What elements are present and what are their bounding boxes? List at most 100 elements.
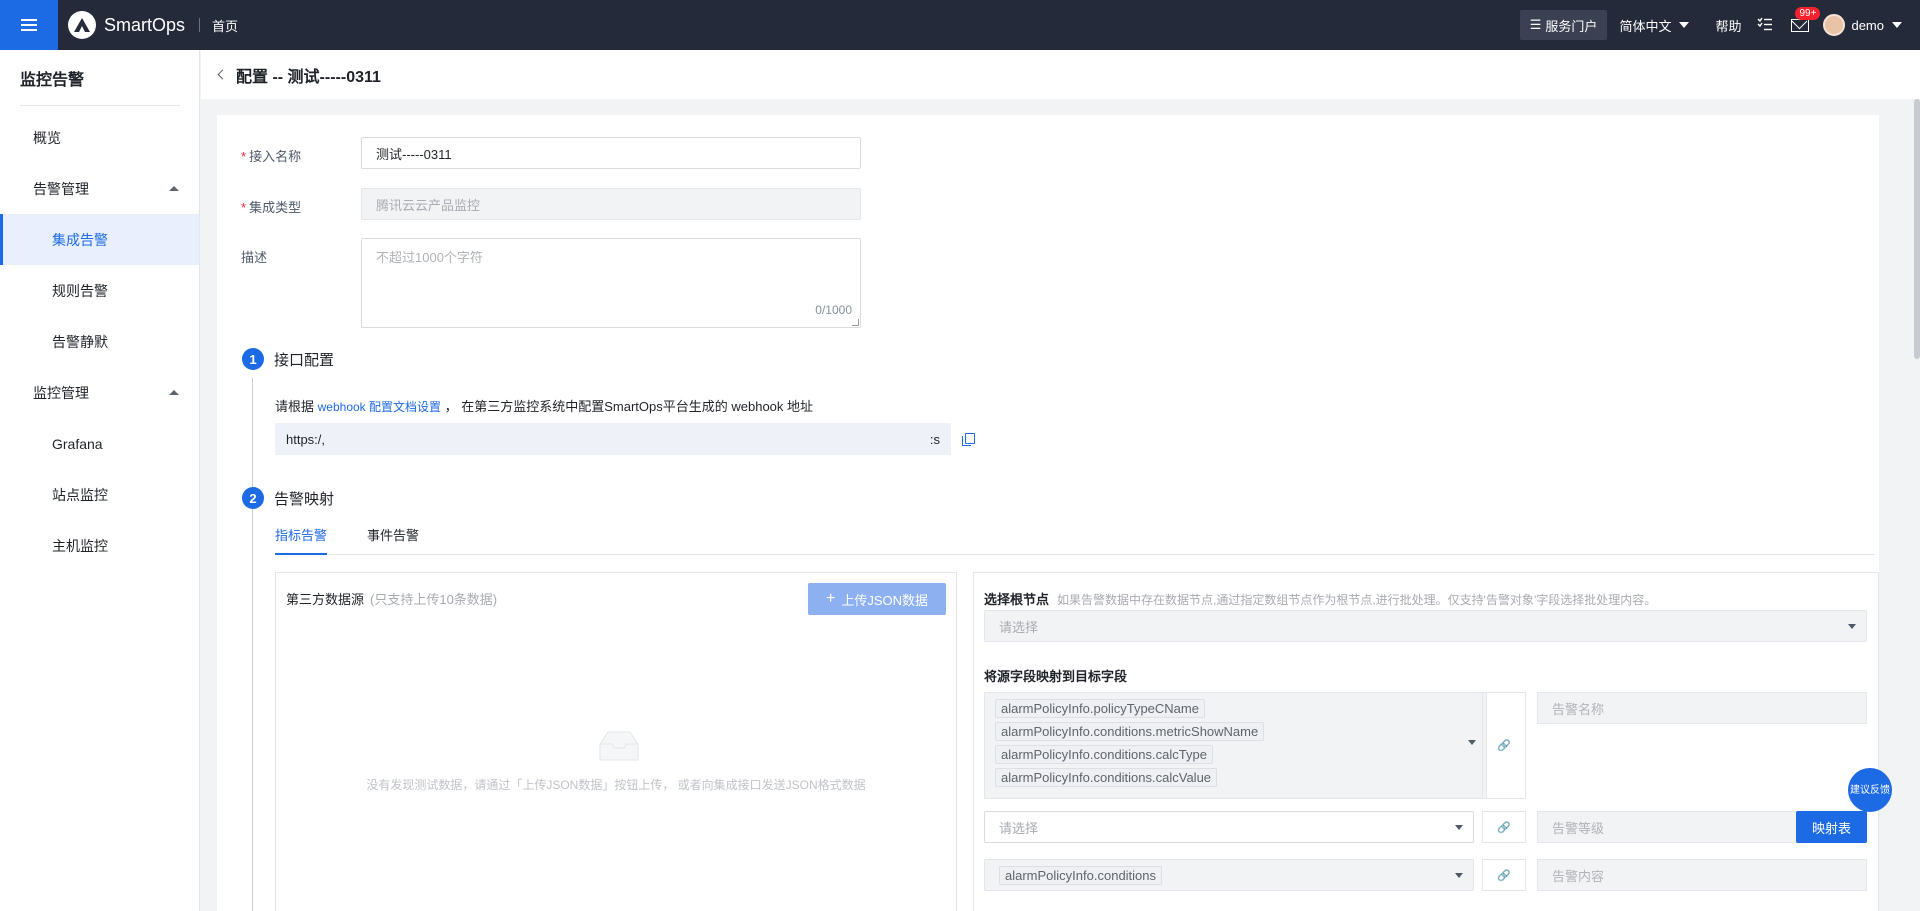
brand-name: SmartOps: [104, 14, 186, 35]
config-card: * 接入名称 测试-----0311 * 集成类型 腾讯云云产品监控 描述 不超过1…: [217, 115, 1879, 911]
sidebar-item-rule-alarm[interactable]: 规则告警: [0, 265, 199, 316]
step-1: 1 接口配置: [242, 348, 334, 370]
name-label: * 接入名称: [241, 149, 302, 164]
page-title: 配置 -- 测试-----0311: [236, 68, 381, 86]
link-icon: 🔗: [1482, 859, 1526, 891]
mail-icon: [1791, 18, 1810, 32]
caret-up-icon: [169, 390, 179, 395]
language-label: 简体中文: [1619, 18, 1672, 34]
logo[interactable]: SmartOps: [68, 11, 185, 39]
type-label: * 集成类型: [241, 200, 302, 215]
service-portal-label: 服务门户: [1545, 18, 1598, 34]
sidebar-item-label: 概览: [33, 129, 61, 146]
sidebar-item-label: Grafana: [52, 435, 103, 452]
field-tag: alarmPolicyInfo.conditions.calcValue: [995, 768, 1218, 787]
sidebar-item-alarm-silence[interactable]: 告警静默: [0, 316, 199, 367]
type-row: * 集成类型 腾讯云云产品监控: [241, 188, 861, 220]
field-tag: alarmPolicyInfo.policyTypeCName: [995, 699, 1205, 718]
root-node-label: 选择根节点 如果告警数据中存在数据节点,通过指定数组节点作为根节点,进行批处理。仅…: [984, 592, 1657, 607]
step-2: 2 告警映射: [242, 487, 334, 509]
caret-down-icon: [1892, 22, 1902, 28]
caret-down-icon: [1679, 22, 1690, 28]
menu-icon[interactable]: [0, 0, 58, 50]
step-connector: [252, 378, 253, 911]
back-icon[interactable]: [217, 69, 228, 80]
sidebar-item-monitor-management[interactable]: 监控管理: [0, 367, 199, 418]
webhook-url: https:/, :s: [275, 423, 951, 455]
field-tag: alarmPolicyInfo.conditions.metricShowNam…: [995, 722, 1265, 741]
tab-metric-alarm[interactable]: 指标告警: [275, 525, 328, 555]
step-title: 接口配置: [274, 351, 335, 369]
name-row: * 接入名称 测试-----0311: [241, 137, 861, 169]
field-tag: alarmPolicyInfo.conditions.calcType: [995, 745, 1213, 764]
field-mapping-panel: 选择根节点 如果告警数据中存在数据节点,通过指定数组节点作为根节点,进行批处理。仅…: [973, 572, 1879, 911]
scrollbar[interactable]: [1914, 99, 1920, 359]
step-title: 告警映射: [274, 490, 335, 508]
target-alarm-name: 告警名称: [1537, 692, 1867, 724]
user-menu[interactable]: demo: [1851, 18, 1902, 33]
link-icon: 🔗: [1482, 811, 1526, 843]
mapping-table-button[interactable]: 映射表: [1796, 811, 1867, 843]
caret-down-icon: [1455, 825, 1463, 830]
name-input[interactable]: 测试-----0311: [361, 137, 861, 169]
type-input: 腾讯云云产品监控: [361, 188, 861, 220]
tab-event-alarm[interactable]: 事件告警: [367, 525, 419, 555]
upload-label: 上传JSON数据: [841, 592, 928, 608]
link-icon: 🔗: [1482, 692, 1526, 799]
url-start: https:/,: [286, 431, 326, 447]
sidebar-item-label: 主机监控: [52, 537, 108, 554]
smartops-logo-icon: [68, 11, 96, 39]
copy-icon[interactable]: [962, 433, 975, 446]
sidebar-item-grafana[interactable]: Grafana: [0, 418, 199, 469]
caret-down-icon: [1468, 740, 1476, 745]
service-portal-button[interactable]: ☰ 服务门户: [1519, 10, 1608, 40]
sidebar-item-label: 告警管理: [33, 180, 89, 197]
sidebar-item-overview[interactable]: 概览: [0, 112, 199, 163]
step-number: 2: [242, 487, 264, 509]
sidebar: 监控告警 概览 告警管理 集成告警 规则告警 告警静默 监控管理 Grafana…: [0, 50, 200, 911]
avatar[interactable]: [1823, 14, 1846, 36]
mail-button[interactable]: 99+: [1791, 6, 1821, 32]
sidebar-item-label: 集成告警: [52, 231, 108, 248]
data-source-panel: 第三方数据源 (只支持上传10条数据) + 上传JSON数据 没有发现测试数据，请…: [275, 572, 957, 911]
root-node-select[interactable]: 请选择: [984, 610, 1867, 642]
mail-badge: 99+: [1795, 6, 1821, 20]
empty-text: 没有发现测试数据，请通过「上传JSON数据」按钮上传， 或者向集成接口发送JSO…: [366, 778, 866, 792]
task-list-icon[interactable]: [1757, 17, 1773, 34]
user-name: demo: [1851, 17, 1884, 33]
list-icon: ☰: [1529, 17, 1542, 32]
data-source-title: 第三方数据源 (只支持上传10条数据): [286, 592, 498, 607]
desc-placeholder: 不超过1000个字符: [376, 250, 483, 265]
home-link[interactable]: 首页: [212, 16, 238, 35]
description-textarea[interactable]: 不超过1000个字符 0/1000: [361, 238, 861, 328]
sidebar-item-site-monitor[interactable]: 站点监控: [0, 469, 199, 520]
sidebar-item-host-monitor[interactable]: 主机监控: [0, 520, 199, 571]
sidebar-item-integrated-alarm[interactable]: 集成告警: [0, 214, 199, 265]
plus-icon: +: [825, 590, 836, 607]
sidebar-item-alarm-management[interactable]: 告警管理: [0, 163, 199, 214]
mapping-label: 将源字段映射到目标字段: [984, 669, 1128, 684]
resize-handle[interactable]: [852, 319, 859, 326]
url-end: :s: [929, 431, 940, 447]
target-alarm-level: 告警等级: [1537, 811, 1797, 843]
source-field-multiselect[interactable]: alarmPolicyInfo.policyTypeCName alarmPol…: [984, 692, 1487, 799]
language-select[interactable]: 简体中文: [1619, 16, 1690, 35]
help-link[interactable]: 帮助: [1715, 16, 1741, 35]
webhook-doc-link[interactable]: webhook 配置文档设置: [318, 400, 441, 414]
sidebar-title: 监控告警: [20, 66, 180, 106]
caret-up-icon: [169, 186, 179, 191]
desc-label: 描述: [241, 250, 268, 265]
desc-row: 描述 不超过1000个字符 0/1000: [241, 238, 861, 328]
sidebar-item-label: 告警静默: [52, 333, 108, 350]
upload-json-button[interactable]: + 上传JSON数据: [808, 583, 946, 615]
step-number: 1: [242, 348, 264, 370]
alarm-level-select[interactable]: 请选择: [984, 811, 1474, 843]
caret-down-icon: [1848, 624, 1856, 629]
feedback-button[interactable]: 建议反馈: [1848, 768, 1892, 812]
page-header: 配置 -- 测试-----0311: [201, 50, 1920, 99]
select-placeholder: 请选择: [999, 820, 1039, 836]
divider: [199, 18, 201, 32]
alarm-content-select[interactable]: alarmPolicyInfo.conditions: [984, 859, 1474, 891]
webhook-hint: 请根据 webhook 配置文档设置 ， 在第三方监控系统中配置SmartOps…: [275, 399, 814, 414]
mapping-tabs: 指标告警 事件告警: [275, 525, 1875, 555]
